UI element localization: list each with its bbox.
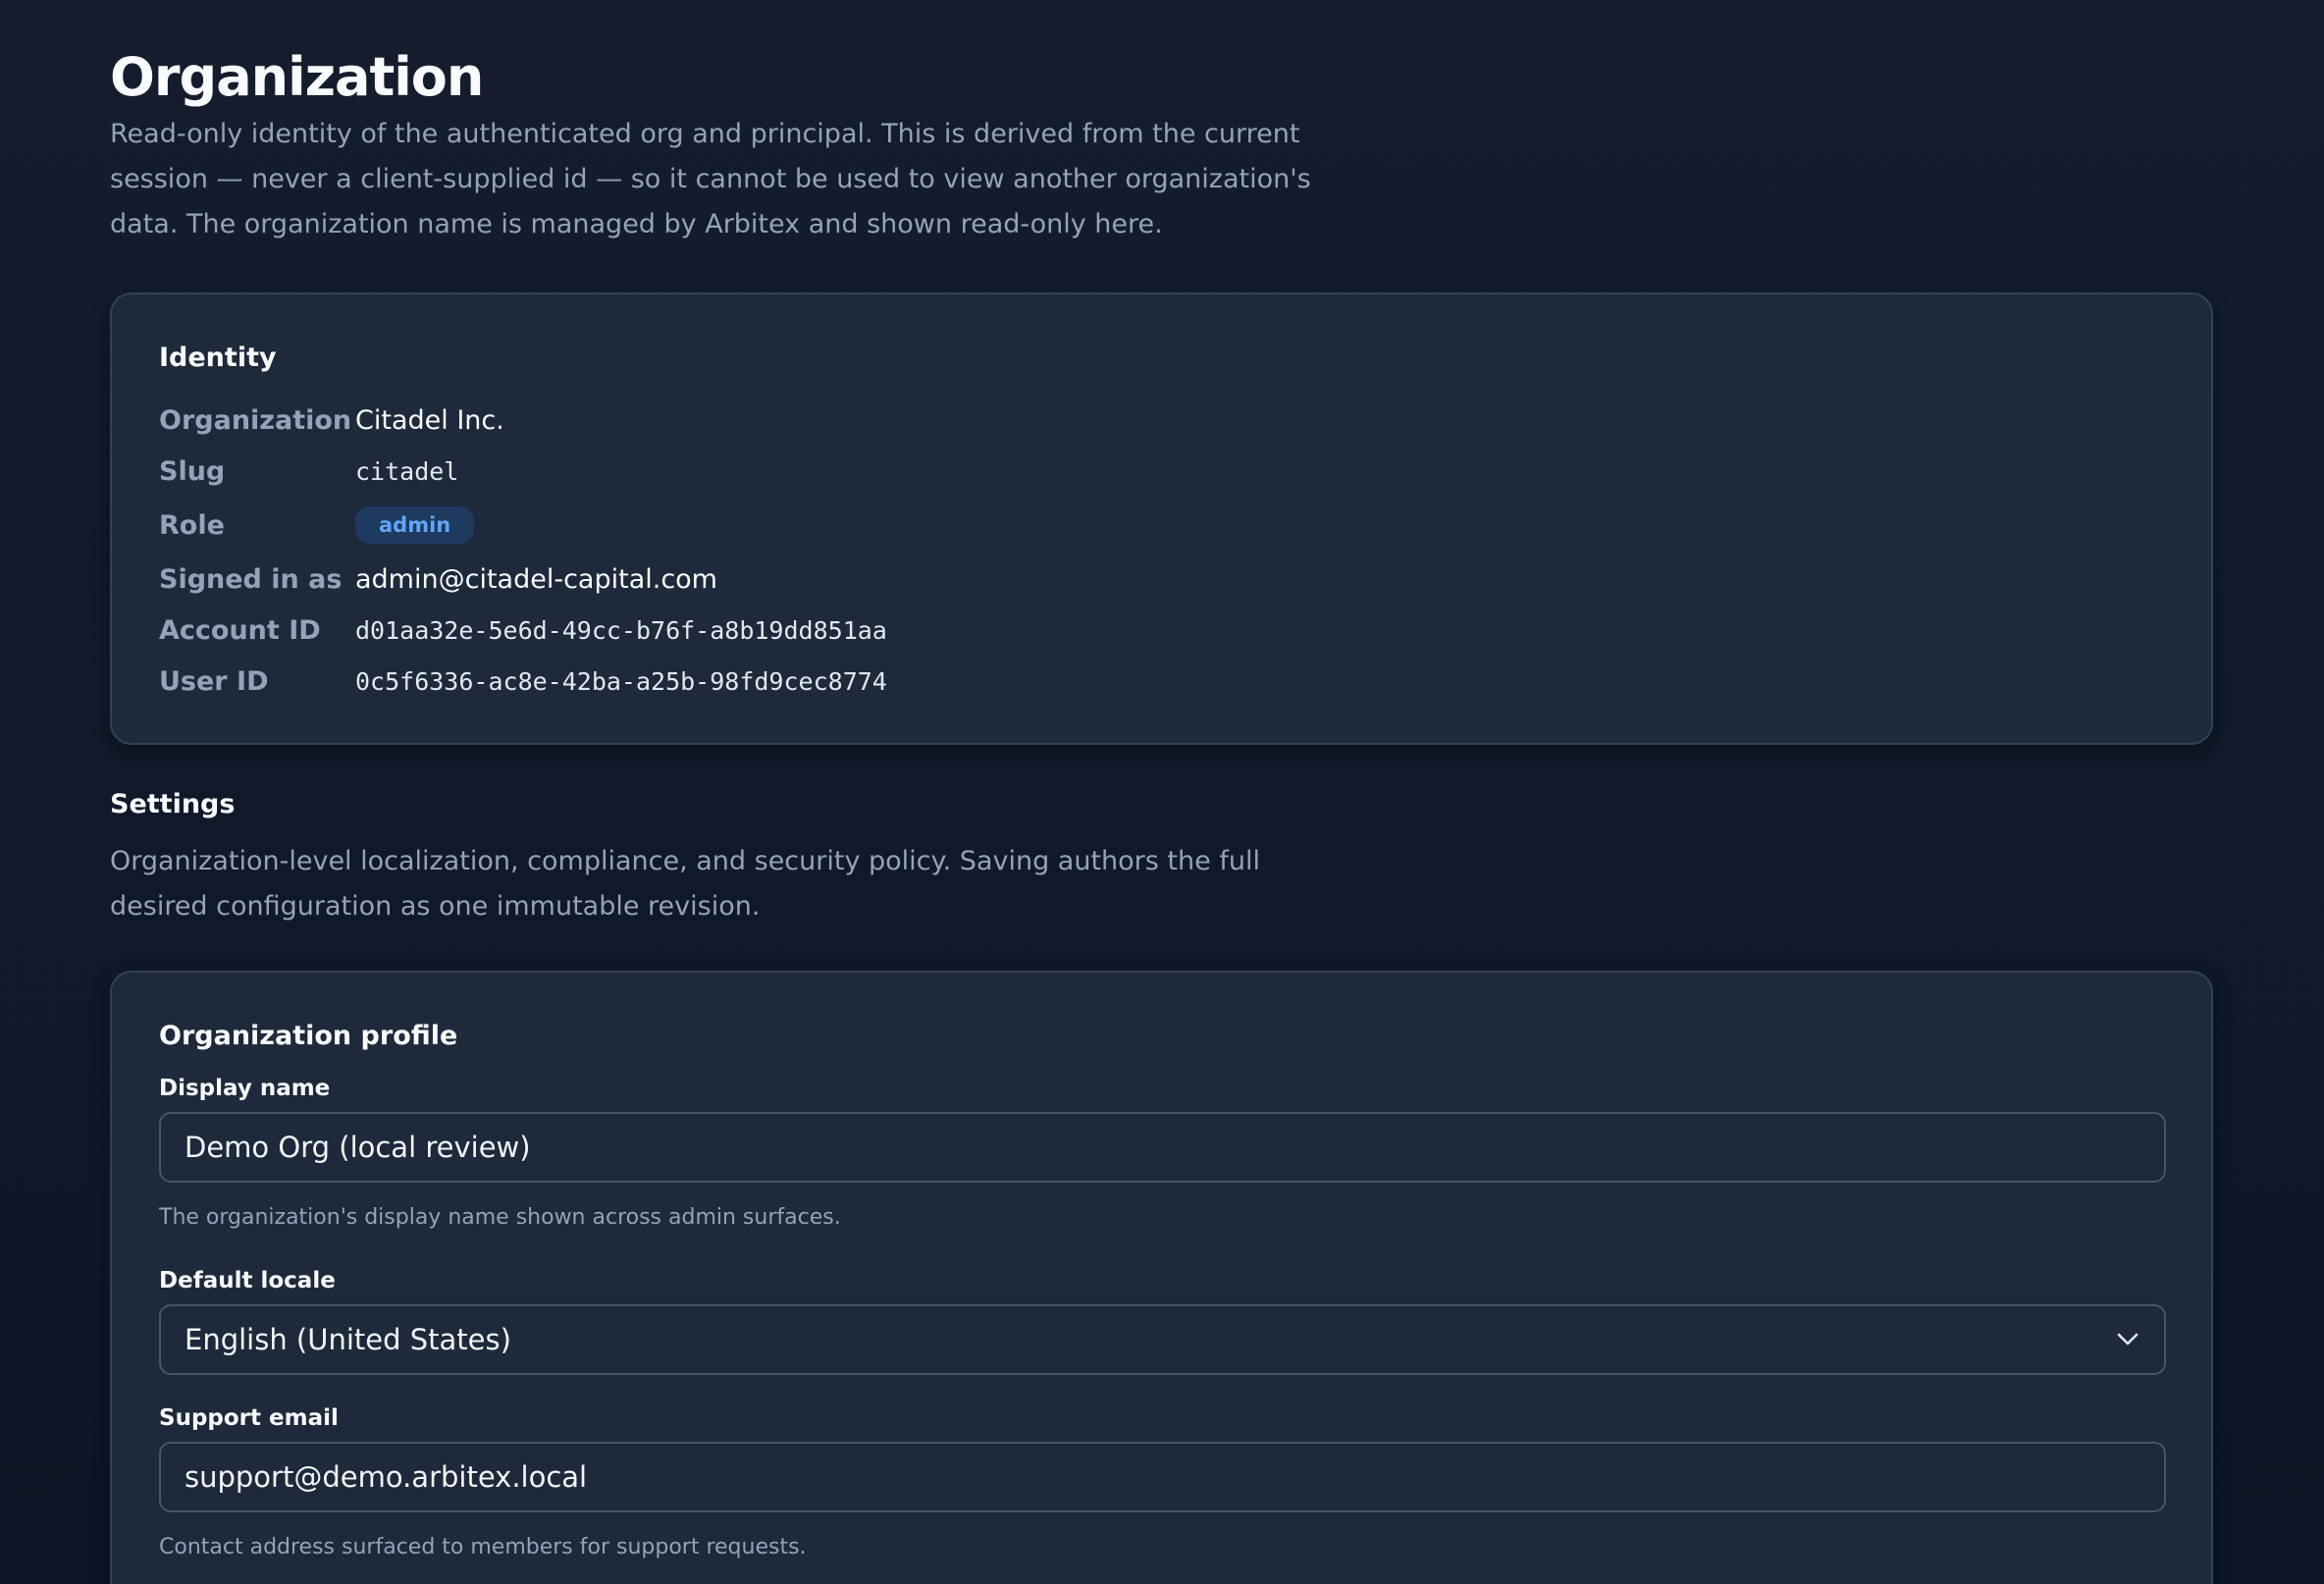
page-description: Read-only identity of the authenticated … xyxy=(110,119,1311,239)
organization-name-value: Citadel Inc. xyxy=(355,404,504,436)
chevron-down-icon xyxy=(2115,1327,2140,1352)
identity-row-user-id: User ID 0c5f6336-ac8e-42ba-a25b-98fd9cec… xyxy=(159,656,2164,707)
user-id-value: 0c5f6336-ac8e-42ba-a25b-98fd9cec8774 xyxy=(355,666,887,696)
support-email-input-value: support@demo.arbitex.local xyxy=(185,1460,588,1494)
default-locale-select[interactable]: English (United States) xyxy=(159,1304,2166,1375)
display-name-hint: The organization's display name shown ac… xyxy=(159,1205,841,1230)
page-title: Organization xyxy=(110,46,484,108)
role-badge: admin xyxy=(355,506,475,544)
identity-label: Signed in as xyxy=(159,563,343,595)
settings-section-title: Settings xyxy=(110,789,236,819)
display-name-input[interactable]: Demo Org (local review) xyxy=(159,1112,2166,1183)
identity-label: Role xyxy=(159,509,225,541)
signed-in-email-value: admin@citadel-capital.com xyxy=(355,563,717,595)
display-name-input-value: Demo Org (local review) xyxy=(185,1131,531,1164)
identity-row-account-id: Account ID d01aa32e-5e6d-49cc-b76f-a8b19… xyxy=(159,605,2164,656)
identity-grid: Organization Citadel Inc. Slug citadel R… xyxy=(159,395,2164,707)
identity-row-signed-in-as: Signed in as admin@citadel-capital.com xyxy=(159,554,2164,605)
identity-row-role: Role admin xyxy=(159,497,2164,554)
support-email-hint: Contact address surfaced to members for … xyxy=(159,1535,807,1559)
identity-label: Slug xyxy=(159,455,226,487)
identity-label: Organization xyxy=(159,404,352,436)
identity-card: Identity Organization Citadel Inc. Slug … xyxy=(110,292,2213,745)
identity-card-title: Identity xyxy=(159,343,277,373)
identity-row-slug: Slug citadel xyxy=(159,446,2164,497)
organization-profile-card: Organization profile Display name Demo O… xyxy=(110,971,2213,1584)
support-email-field: Support email support@demo.arbitex.local… xyxy=(159,1404,2166,1561)
organization-profile-title: Organization profile xyxy=(159,1021,458,1051)
identity-row-organization: Organization Citadel Inc. xyxy=(159,395,2164,446)
support-email-input[interactable]: support@demo.arbitex.local xyxy=(159,1442,2166,1512)
support-email-label: Support email xyxy=(159,1405,339,1431)
default-locale-field: Default locale English (United States) xyxy=(159,1267,2166,1375)
default-locale-label: Default locale xyxy=(159,1268,336,1294)
account-id-value: d01aa32e-5e6d-49cc-b76f-a8b19dd851aa xyxy=(355,615,887,645)
display-name-label: Display name xyxy=(159,1076,331,1101)
settings-section-description: Organization-level localization, complia… xyxy=(110,846,1260,922)
identity-label: Account ID xyxy=(159,614,321,646)
display-name-field: Display name Demo Org (local review) The… xyxy=(159,1075,2166,1232)
default-locale-selected-value: English (United States) xyxy=(185,1323,511,1356)
organization-page: Organization Read-only identity of the a… xyxy=(110,0,2213,1584)
slug-value: citadel xyxy=(355,456,459,486)
identity-label: User ID xyxy=(159,665,269,697)
